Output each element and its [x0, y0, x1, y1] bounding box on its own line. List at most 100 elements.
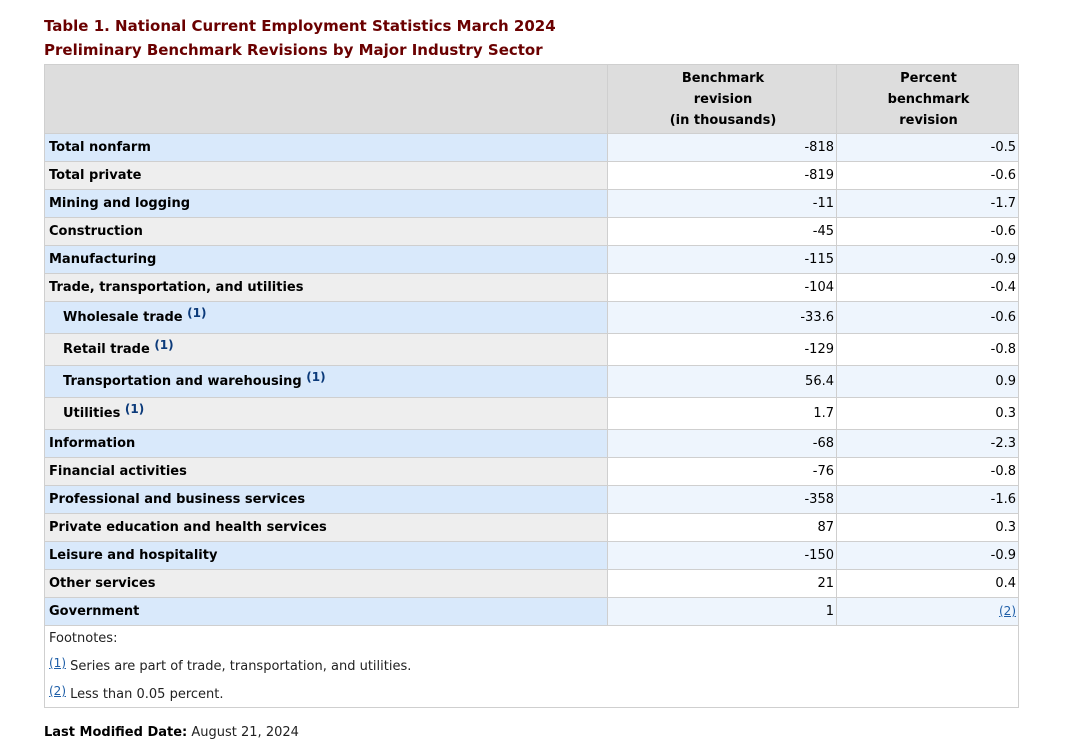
row-label-indented: Retail trade (1)	[44, 333, 608, 366]
footnotes-row: Footnotes: (1) Series are part of trade,…	[44, 625, 1019, 708]
header-line: Benchmark	[681, 70, 765, 86]
percent-cell: 0.3	[836, 513, 1019, 542]
percent-cell: 0.9	[836, 365, 1019, 398]
row-label: Construction	[44, 217, 608, 246]
percent-cell: -0.6	[836, 217, 1019, 246]
row-label: Other services	[44, 569, 608, 598]
revision-cell: -76	[607, 457, 837, 486]
percent-cell: -0.5	[836, 133, 1019, 162]
row-label-text: Wholesale trade	[63, 310, 183, 325]
revision-cell: -150	[607, 541, 837, 570]
footnote-ref[interactable]: (1)	[306, 370, 325, 384]
row-label-indented: Transportation and warehousing (1)	[44, 365, 608, 398]
row-label: Total nonfarm	[44, 133, 608, 162]
table-row: Other services 21 0.4	[44, 569, 1019, 598]
footnote-ref[interactable]: (1)	[125, 402, 144, 416]
revision-cell: -819	[607, 161, 837, 190]
footnote-ref[interactable]: (1)	[187, 306, 206, 320]
footnote-marker-link[interactable]: (2)	[49, 684, 66, 698]
row-label-indented: Wholesale trade (1)	[44, 301, 608, 334]
footnote-text: Series are part of trade, transportation…	[70, 659, 412, 674]
benchmark-revisions-table: Benchmark revision (in thousands) Percen…	[44, 64, 1019, 708]
header-line: revision	[693, 91, 753, 107]
percent-cell: -1.6	[836, 485, 1019, 514]
row-label-indented: Utilities (1)	[44, 397, 608, 430]
table-row: Wholesale trade (1) -33.6 -0.6	[44, 301, 1019, 334]
revision-cell: 87	[607, 513, 837, 542]
revision-cell: 56.4	[607, 365, 837, 398]
table-row: Manufacturing -115 -0.9	[44, 245, 1019, 274]
percent-cell: -0.9	[836, 245, 1019, 274]
row-label: Mining and logging	[44, 189, 608, 218]
percent-cell: 0.3	[836, 397, 1019, 430]
table-row: Leisure and hospitality -150 -0.9	[44, 541, 1019, 570]
table-container: Table 1. National Current Employment Sta…	[44, 14, 1019, 740]
revision-cell: 1.7	[607, 397, 837, 430]
last-modified-label: Last Modified Date:	[44, 725, 188, 740]
row-label: Trade, transportation, and utilities	[44, 273, 608, 302]
percent-cell: -0.6	[836, 301, 1019, 334]
revision-cell: 21	[607, 569, 837, 598]
table-row: Construction -45 -0.6	[44, 217, 1019, 246]
table-row: Total nonfarm -818 -0.5	[44, 133, 1019, 162]
table-row: Government 1 (2)	[44, 597, 1019, 626]
percent-cell: -0.8	[836, 333, 1019, 366]
table-row: Retail trade (1) -129 -0.8	[44, 333, 1019, 366]
table-row: Private education and health services 87…	[44, 513, 1019, 542]
row-label-text: Retail trade	[63, 342, 150, 357]
footnotes-cell: Footnotes: (1) Series are part of trade,…	[44, 625, 1019, 708]
revision-cell: -11	[607, 189, 837, 218]
revision-cell: 1	[607, 597, 837, 626]
footnote-text: Less than 0.05 percent.	[70, 687, 224, 702]
footnotes-title: Footnotes:	[49, 631, 118, 646]
row-label-text: Transportation and warehousing	[63, 374, 302, 389]
row-label: Information	[44, 429, 608, 458]
row-label: Leisure and hospitality	[44, 541, 608, 570]
percent-cell: (2)	[836, 597, 1019, 626]
last-modified: Last Modified Date: August 21, 2024	[44, 725, 1019, 740]
footnote-item: (1) Series are part of trade, transporta…	[49, 651, 1016, 679]
header-line: revision	[899, 112, 958, 128]
row-label: Government	[44, 597, 608, 626]
revision-cell: -115	[607, 245, 837, 274]
footnote-link[interactable]: (2)	[999, 604, 1016, 618]
header-line: benchmark	[887, 91, 970, 107]
footnote-marker-link[interactable]: (1)	[49, 656, 66, 670]
row-label: Manufacturing	[44, 245, 608, 274]
revision-cell: -358	[607, 485, 837, 514]
percent-cell: -2.3	[836, 429, 1019, 458]
footnote-ref[interactable]: (1)	[154, 338, 173, 352]
percent-cell: 0.4	[836, 569, 1019, 598]
revision-cell: -33.6	[607, 301, 837, 334]
percent-cell: -0.6	[836, 161, 1019, 190]
header-row: Benchmark revision (in thousands) Percen…	[44, 64, 1019, 134]
footnote-item: (2) Less than 0.05 percent.	[49, 679, 1016, 707]
percent-cell: -0.8	[836, 457, 1019, 486]
last-modified-date: August 21, 2024	[191, 725, 299, 740]
stub-header	[44, 64, 608, 134]
table-title: Table 1. National Current Employment Sta…	[44, 17, 556, 35]
table-row: Mining and logging -11 -1.7	[44, 189, 1019, 218]
header-line: (in thousands)	[669, 112, 777, 128]
row-label: Total private	[44, 161, 608, 190]
percent-cell: -0.4	[836, 273, 1019, 302]
table-row: Information -68 -2.3	[44, 429, 1019, 458]
table-row: Utilities (1) 1.7 0.3	[44, 397, 1019, 430]
revision-cell: -45	[607, 217, 837, 246]
table-row: Transportation and warehousing (1) 56.4 …	[44, 365, 1019, 398]
revision-cell: -818	[607, 133, 837, 162]
percent-cell: -1.7	[836, 189, 1019, 218]
revision-cell: -104	[607, 273, 837, 302]
revision-cell: -68	[607, 429, 837, 458]
row-label: Financial activities	[44, 457, 608, 486]
header-benchmark-revision: Benchmark revision (in thousands)	[607, 64, 837, 134]
table-row: Professional and business services -358 …	[44, 485, 1019, 514]
row-label-text: Utilities	[63, 406, 121, 421]
header-line: Percent	[900, 70, 957, 86]
header-percent-revision: Percent benchmark revision	[836, 64, 1019, 134]
revision-cell: -129	[607, 333, 837, 366]
row-label: Professional and business services	[44, 485, 608, 514]
row-label: Private education and health services	[44, 513, 608, 542]
percent-cell: -0.9	[836, 541, 1019, 570]
table-row: Total private -819 -0.6	[44, 161, 1019, 190]
